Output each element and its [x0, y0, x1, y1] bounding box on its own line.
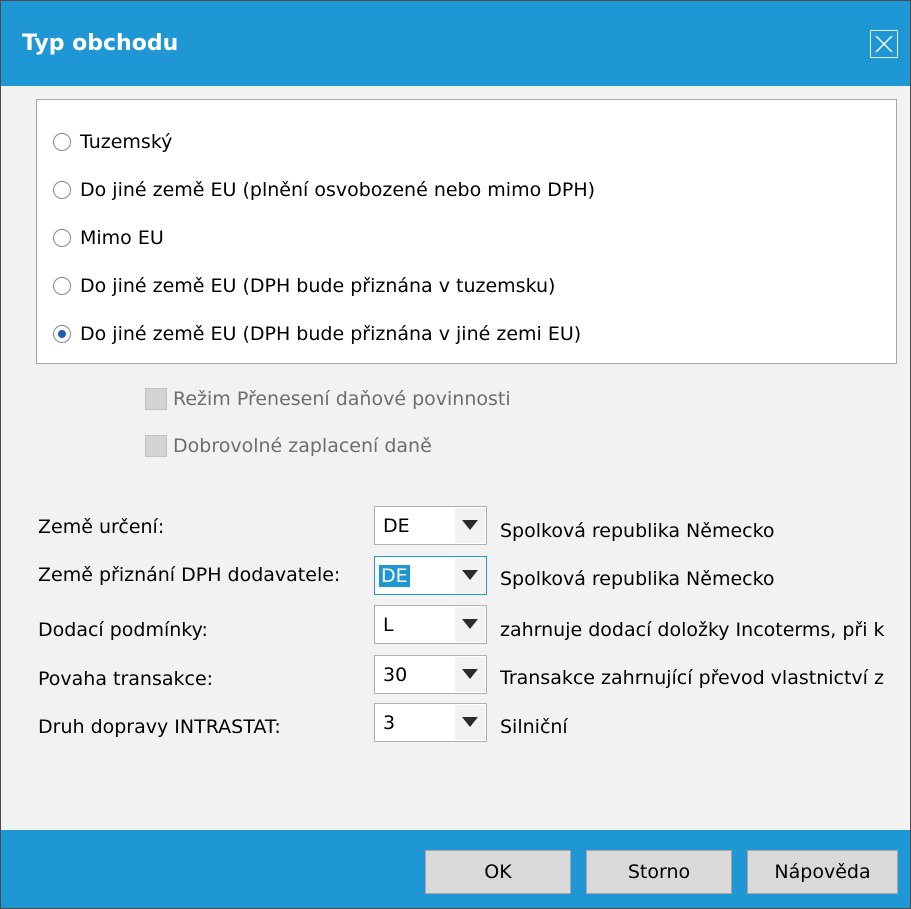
- combo-value: 3: [383, 712, 396, 734]
- combo-value: DE: [383, 515, 410, 537]
- radio-label: Do jiné země EU (DPH bude přiznána v tuz…: [80, 275, 556, 297]
- delivery-terms-label: Dodací podmínky:: [38, 619, 208, 641]
- transport-mode-combo[interactable]: 3: [374, 703, 487, 742]
- combo-value: 30: [383, 664, 408, 686]
- chevron-down-icon: [462, 619, 478, 629]
- chevron-down-icon: [462, 570, 478, 580]
- supplier-vat-country-combo[interactable]: DE: [374, 556, 487, 595]
- help-button[interactable]: Nápověda: [747, 850, 898, 894]
- radio-label: Do jiné země EU (DPH bude přiznána v jin…: [80, 323, 582, 345]
- supplier-vat-country-description: Spolková republika Německo: [500, 568, 775, 590]
- voluntary-tax-checkbox: [145, 435, 167, 457]
- transaction-nature-description: Transakce zahrnující převod vlastnictví …: [500, 667, 884, 689]
- transport-mode-description: Silniční: [500, 716, 568, 738]
- chevron-down-icon: [462, 669, 478, 679]
- combo-dropdown-button[interactable]: [455, 607, 485, 642]
- supplier-vat-country-label: Země přiznání DPH dodavatele:: [38, 564, 341, 586]
- chevron-down-icon: [462, 520, 478, 530]
- combo-value: DE: [379, 565, 410, 587]
- reverse-charge-label: Režim Přenesení daňové povinnosti: [173, 388, 511, 410]
- destination-country-label: Země určení:: [38, 516, 165, 538]
- chevron-down-icon: [462, 717, 478, 727]
- combo-dropdown-button[interactable]: [455, 657, 485, 692]
- close-button[interactable]: [870, 30, 898, 58]
- combo-value: L: [383, 614, 394, 636]
- radio-label: Do jiné země EU (plnění osvobozené nebo …: [80, 179, 596, 201]
- transport-mode-label: Druh dopravy INTRASTAT:: [38, 716, 281, 738]
- radio-button-selected[interactable]: [53, 325, 71, 343]
- radio-option-domestic[interactable]: Tuzemský: [53, 127, 172, 157]
- destination-country-combo[interactable]: DE: [374, 506, 487, 545]
- destination-country-description: Spolková republika Německo: [500, 520, 775, 542]
- reverse-charge-checkbox-row: Režim Přenesení daňové povinnosti: [145, 384, 511, 414]
- radio-option-non-eu[interactable]: Mimo EU: [53, 223, 164, 253]
- voluntary-tax-checkbox-row: Dobrovolné zaplacení daně: [145, 431, 432, 461]
- radio-option-eu-foreign-vat[interactable]: Do jiné země EU (DPH bude přiznána v jin…: [53, 319, 581, 349]
- radio-button[interactable]: [53, 229, 71, 247]
- combo-dropdown-button[interactable]: [455, 508, 485, 543]
- transaction-nature-combo[interactable]: 30: [374, 655, 487, 694]
- cancel-button[interactable]: Storno: [586, 850, 732, 894]
- reverse-charge-checkbox: [145, 388, 167, 410]
- combo-dropdown-button[interactable]: [455, 558, 485, 593]
- delivery-terms-description: zahrnuje dodací doložky Incoterms, při k: [500, 619, 885, 641]
- trade-type-dialog: Typ obchodu Tuzemský Do jiné země EU (pl…: [0, 0, 911, 909]
- radio-button[interactable]: [53, 181, 71, 199]
- button-bar: OK Storno Nápověda: [1, 830, 910, 908]
- radio-button[interactable]: [53, 277, 71, 295]
- voluntary-tax-label: Dobrovolné zaplacení daně: [173, 435, 432, 457]
- title-bar[interactable]: Typ obchodu: [1, 1, 910, 86]
- dialog-title: Typ obchodu: [22, 31, 179, 56]
- delivery-terms-combo[interactable]: L: [374, 605, 487, 644]
- radio-button[interactable]: [53, 133, 71, 151]
- radio-label: Tuzemský: [80, 131, 173, 153]
- radio-label: Mimo EU: [80, 227, 164, 249]
- trade-type-group: Tuzemský Do jiné země EU (plnění osvoboz…: [36, 99, 897, 364]
- transaction-nature-label: Povaha transakce:: [38, 668, 214, 690]
- ok-button[interactable]: OK: [425, 850, 571, 894]
- combo-dropdown-button[interactable]: [455, 705, 485, 740]
- close-icon: [875, 35, 893, 53]
- radio-option-eu-domestic-vat[interactable]: Do jiné země EU (DPH bude přiznána v tuz…: [53, 271, 555, 301]
- radio-option-eu-exempt[interactable]: Do jiné země EU (plnění osvobozené nebo …: [53, 175, 595, 205]
